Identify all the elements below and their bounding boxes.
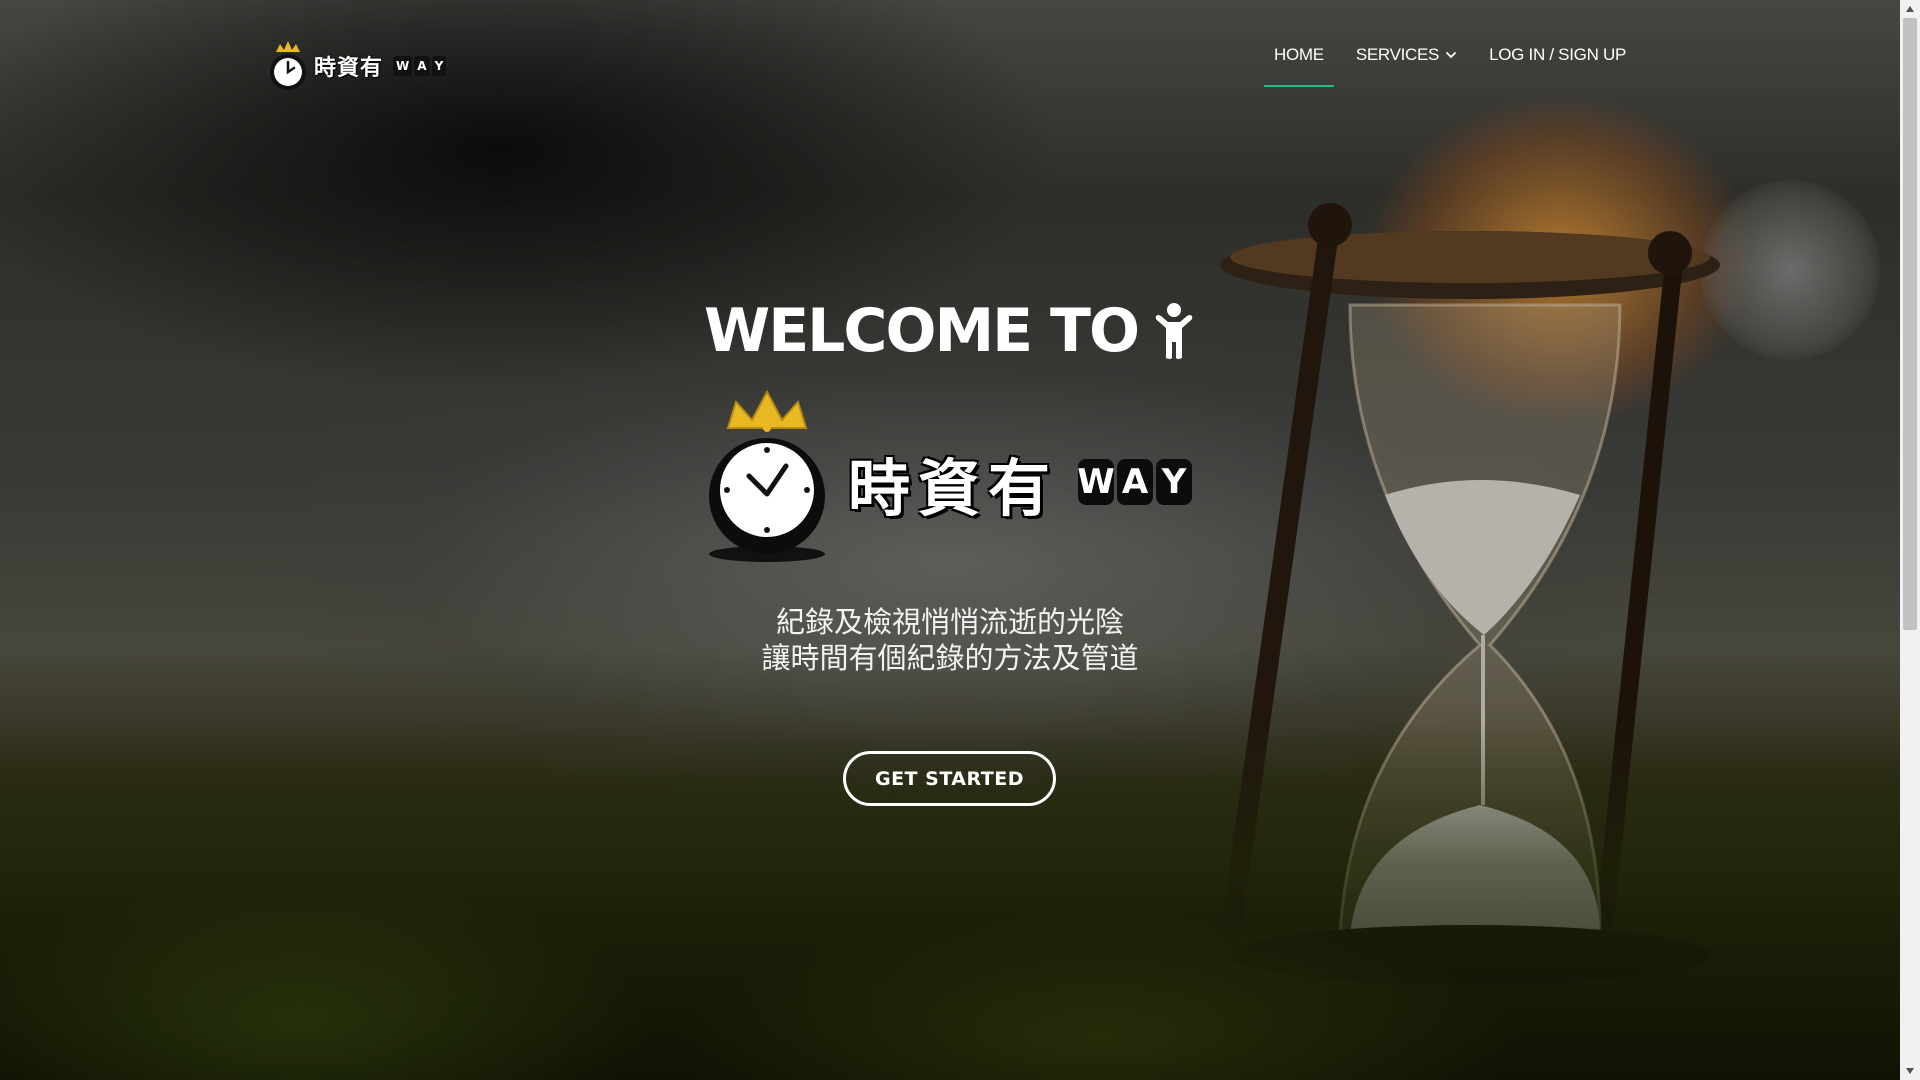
tagline-line-2: 讓時間有個紀錄的方法及管道 [761, 641, 1139, 675]
scroll-up-button[interactable] [1900, 0, 1920, 18]
scrollbar-thumb[interactable] [1903, 18, 1917, 630]
hero-logo: 時資有 W A Y [706, 386, 1206, 566]
scroll-down-button[interactable] [1900, 1062, 1920, 1080]
page-scrollbar[interactable] [1900, 0, 1920, 1080]
hero-logo-way: W A Y [1077, 459, 1192, 505]
tagline-line-1: 紀錄及檢視悄悄流逝的光陰 [775, 605, 1124, 639]
hero-way-letter: W [1077, 459, 1115, 505]
hero-way-letter: Y [1156, 459, 1192, 505]
triangle-down-icon [1906, 1068, 1914, 1074]
hero-tagline: 紀錄及檢視悄悄流逝的光陰 讓時間有個紀錄的方法及管道 [0, 604, 1900, 676]
person-icon [1155, 303, 1193, 359]
hero-way-letter: A [1117, 459, 1153, 505]
get-started-button[interactable]: GET STARTED [843, 751, 1056, 806]
hero-logo-text: 時資有 [848, 452, 1059, 525]
welcome-heading: WELCOME TO [0, 296, 1900, 366]
triangle-up-icon [1906, 6, 1914, 12]
hero-section: WELCOME TO 時資有 W A Y 紀錄及檢視悄悄流逝的光陰 讓時間有個紀… [0, 0, 1900, 1080]
clock-crown-icon [709, 389, 825, 562]
welcome-text: WELCOME TO [704, 296, 1140, 366]
